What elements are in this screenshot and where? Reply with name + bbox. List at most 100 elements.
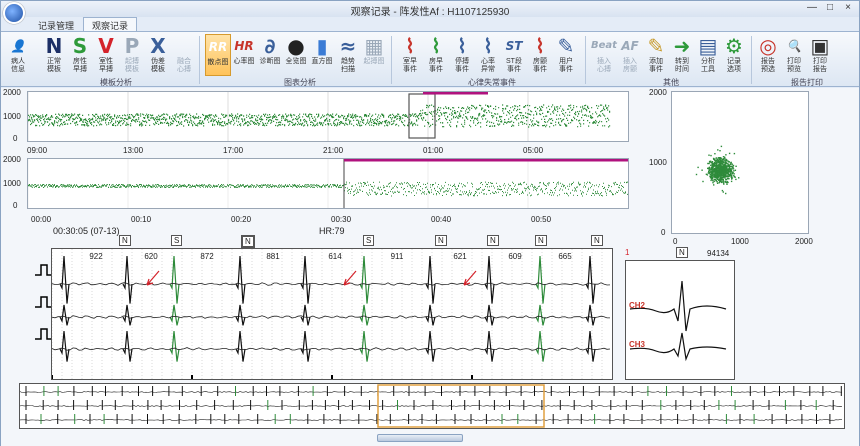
ribbon-button-artifact[interactable]: X 伪差 模板 [145,34,171,76]
scatter-point [716,169,719,171]
rpt_prev-icon: ◎ [759,34,777,58]
scatter-point [719,178,722,180]
maximize-button[interactable]: □ [821,2,839,14]
ribbon-button-print_prev[interactable]: 🔍 打印 预览 [781,34,807,76]
ribbon-button-full[interactable]: ● 全览图 [283,34,309,76]
ribbon-separator [751,36,752,84]
tab-observation-record[interactable]: 观察记录 [83,17,138,31]
horizontal-scrollbar-thumb[interactable] [377,434,463,442]
scatter-point [714,171,716,173]
ribbon-button-ap_ev[interactable]: ⌇ 房早 事件 [423,34,449,76]
app-logo-icon[interactable] [3,2,25,24]
scatter-point [724,177,726,179]
user_ev-icon: ✎ [557,34,575,58]
ribbon-button-arr_ev[interactable]: ⌇ 心率 异常 [475,34,501,76]
ecg-strip[interactable]: 922 620 872 881 614 911 621 609 665 [51,248,613,380]
ribbon-button-st_ev[interactable]: ST ST段 事件 [501,34,527,76]
ribbon-button-vpb[interactable]: V 室性 早搏 [93,34,119,76]
beat-label[interactable]: N [435,235,447,246]
ribbon-button-diag[interactable]: ∂ 诊断图 [257,34,283,76]
af_ins-icon: AF [621,39,639,53]
ribbon-button-hist[interactable]: ▮ 直方图 [309,34,335,76]
rr-value: 872 [200,252,214,261]
print-icon: ▣ [810,34,830,58]
scatter-point [724,165,726,168]
beat-template[interactable] [625,260,735,380]
ribbon-button-normal[interactable]: N 正常 模板 [41,34,67,76]
close-button[interactable]: × [839,2,857,14]
ribbon-button-af_ev[interactable]: ⌇ 室早 事件 [397,34,423,76]
scatter-beat-tag[interactable]: N [676,247,688,258]
ribbon-button-tools[interactable]: ▤ 分析 工具 [695,34,721,76]
beat-label[interactable]: S [363,235,375,246]
trend2-xtick: 00:30 [331,215,352,224]
trend2-ytick: 2000 [3,155,21,164]
scatter-point [723,183,725,185]
af_ev-label: 室早 事件 [403,58,417,73]
ribbon-button-fluct[interactable]: ▦ 起搏图 [361,34,387,76]
scatter-point [720,165,722,168]
ribbon-button-goto[interactable]: ➜ 转到 时间 [669,34,695,76]
beat-label[interactable]: N [591,235,603,246]
ribbon-button-patient[interactable]: 👤 病人 信息 [5,34,31,76]
scatter-point [722,168,724,170]
ribbon-button-beat[interactable]: Beat 插入 心搏 [591,34,617,76]
scatter-point [724,173,727,176]
beat-label[interactable]: S [171,235,183,246]
rr-trend-24h[interactable] [27,91,629,142]
beat-label[interactable]: N [487,235,499,246]
rr-value: 922 [89,252,103,261]
qrs-complex [359,330,370,362]
vpb-icon: V [98,34,114,58]
beat-label[interactable]: N [535,235,547,246]
rr-value: 881 [266,252,280,261]
ribbon-button-scatter[interactable]: RR 散点图 [205,34,231,76]
ribbon-button-svpb[interactable]: S 房性 早搏 [67,34,93,76]
print_prev-icon: 🔍 [786,39,802,53]
scatter-point [723,159,725,161]
rr-scatter-plot[interactable] [671,91,809,234]
scatter-point [702,180,704,183]
ribbon-button-hr[interactable]: HR 心率图 [231,34,257,76]
scatter-point [718,170,720,172]
rr-value: 911 [391,252,404,261]
scatter-ytick: 0 [661,228,666,237]
scatter-point [727,163,729,166]
ribbon-button-af_ins[interactable]: AF 插入 房颤 [617,34,643,76]
scatter-point [731,173,733,175]
beat-label[interactable]: N [241,235,255,248]
ribbon-button-user_ev[interactable]: ✎ 用户 事件 [553,34,579,76]
rr-trend-hour[interactable] [27,158,629,209]
ribbon-button-add_ev[interactable]: ✎ 添加 事件 [643,34,669,76]
beat-label[interactable]: N [119,235,131,246]
ap_ev-label: 房早 事件 [429,58,443,73]
ap_ev-icon: ⌇ [431,34,441,58]
ecg-channel-trace [52,315,610,319]
ribbon: 👤 病人 信息 N 正常 模板 S 房性 早搏 V 室性 早搏 P 起搏 模板 X 伪差 模板 融合 心… [1,31,859,87]
scatter-point [729,163,732,166]
fusion-label: 融合 心搏 [177,58,191,73]
minimize-button[interactable]: — [803,2,821,14]
ribbon-button-trend[interactable]: ≈ 趋势 扫描 [335,34,361,76]
ribbon-button-pause_ev[interactable]: ⌇ 停搏 事件 [449,34,475,76]
ribbon-button-fusion[interactable]: 融合 心搏 [171,34,197,76]
scatter-point [726,172,729,175]
scatter-point [717,167,720,170]
fluct-label: 起搏图 [363,58,385,65]
qrs-complex [585,330,596,362]
scatter-point [730,180,733,183]
tab-record-management[interactable]: 记录管理 [29,17,83,31]
ribbon-button-af2_ev[interactable]: ⌇ 房颤 事件 [527,34,553,76]
rr-value: 609 [508,252,522,261]
ribbon-button-opts[interactable]: ⚙ 记录 选项 [721,34,747,76]
full-disclosure-strip[interactable] [19,383,845,429]
scatter-point [711,177,714,179]
scatter-count: 94134 [707,249,730,258]
page-number: 1 [625,248,630,257]
scatter-xtick: 0 [673,237,678,246]
ribbon-button-pace[interactable]: P 起搏 模板 [119,34,145,76]
ribbon-button-rpt_prev[interactable]: ◎ 报告 预选 [755,34,781,76]
ribbon-button-print[interactable]: ▣ 打印 报告 [807,34,833,76]
qrs-complex [169,330,180,362]
arr_ev-label: 心率 异常 [481,58,495,73]
